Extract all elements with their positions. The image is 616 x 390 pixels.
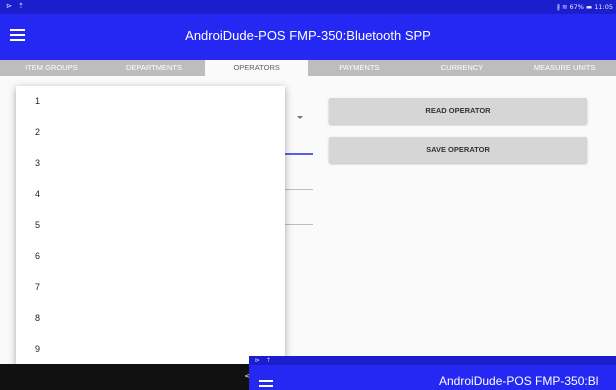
overlay-app-title: AndroiDude-POS FMP-350:Bl bbox=[439, 374, 599, 388]
dropdown-item[interactable]: 3 bbox=[16, 148, 285, 179]
tab-payments[interactable]: PAYMENTS bbox=[308, 60, 411, 76]
dropdown-item[interactable]: 8 bbox=[16, 303, 285, 334]
recent-app-window-preview[interactable]: ⊳ ⇡ AndroiDude-POS FMP-350:Bl bbox=[249, 356, 616, 390]
app-bar: AndroiDude-POS FMP-350:Bluetooth SPP bbox=[0, 14, 616, 60]
tab-bar: ITEM GROUPS DEPARTMENTS OPERATORS PAYMEN… bbox=[0, 60, 616, 76]
dropdown-item[interactable]: 6 bbox=[16, 241, 285, 272]
dropdown-item[interactable]: 2 bbox=[16, 117, 285, 148]
dropdown-item[interactable]: 5 bbox=[16, 210, 285, 241]
read-operator-button[interactable]: READ OPERATOR bbox=[329, 98, 587, 124]
tab-operators[interactable]: OPERATORS bbox=[205, 60, 309, 76]
tab-item-groups[interactable]: ITEM GROUPS bbox=[0, 60, 103, 76]
app-title: AndroiDude-POS FMP-350:Bluetooth SPP bbox=[185, 28, 431, 43]
save-operator-button[interactable]: SAVE OPERATOR bbox=[329, 137, 587, 163]
hamburger-menu-icon bbox=[259, 380, 273, 390]
tab-measure-units[interactable]: MEASURE UNITS bbox=[513, 60, 616, 76]
tab-currency[interactable]: CURRENCY bbox=[411, 60, 514, 76]
operator-dropdown-list[interactable]: 1 2 3 4 5 6 7 8 9 bbox=[16, 86, 285, 364]
status-bar: ⊳ ⇡ ∦ ≋ 67% ▬ 11:05 bbox=[0, 0, 616, 14]
status-notification-icons: ⊳ ⇡ bbox=[6, 2, 26, 10]
dropdown-item[interactable]: 9 bbox=[16, 334, 285, 364]
chevron-down-icon[interactable] bbox=[297, 116, 303, 119]
overlay-status-icons: ⊳ ⇡ bbox=[249, 356, 616, 365]
dropdown-item[interactable]: 4 bbox=[16, 179, 285, 210]
dropdown-item[interactable]: 1 bbox=[16, 86, 285, 117]
status-system-info: ∦ ≋ 67% ▬ 11:05 bbox=[556, 3, 613, 11]
dropdown-item[interactable]: 7 bbox=[16, 272, 285, 303]
tab-departments[interactable]: DEPARTMENTS bbox=[103, 60, 206, 76]
